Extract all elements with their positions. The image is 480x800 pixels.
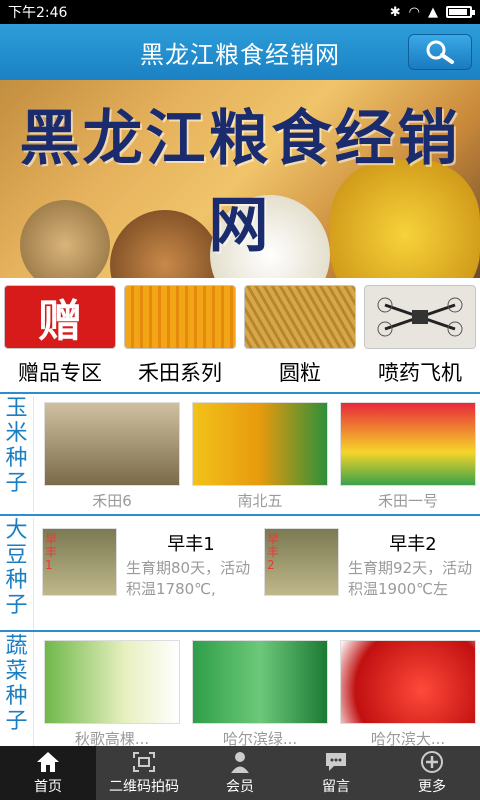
product-name: 禾田一号 [377, 492, 438, 510]
product-card[interactable]: 哈尔滨大... [340, 640, 476, 746]
tab-home[interactable]: 首页 [0, 746, 96, 800]
category-round-grain[interactable]: 圆粒 [240, 285, 360, 385]
tab-member[interactable]: 会员 [192, 746, 288, 800]
wifi-icon: ◠ [408, 4, 420, 20]
tab-label: 二维码拍码 [109, 779, 179, 795]
product-card[interactable]: 南北五 [192, 402, 328, 511]
qr-scan-icon [133, 752, 155, 772]
product-name: 哈尔滨大... [370, 730, 446, 746]
product-image [192, 402, 328, 486]
member-icon [231, 752, 249, 773]
category-label: 喷药飞机 [378, 361, 462, 385]
section-title-char: 种 [5, 446, 28, 471]
section-divider [0, 514, 480, 516]
tab-message[interactable]: 留言 [288, 746, 384, 800]
product-name: 秋歌高棵... [74, 730, 150, 746]
section-title-char: 豆 [5, 543, 28, 568]
product-image: 早丰1 [42, 528, 117, 596]
product-card[interactable]: 秋歌高棵... [44, 640, 180, 746]
section-title-char: 子 [5, 709, 28, 734]
product-image [340, 402, 476, 486]
category-spray-drone[interactable]: 喷药飞机 [360, 285, 480, 385]
section-title-char: 玉 [5, 396, 28, 421]
product-description: 生育期80天，活动积温1780℃, [126, 559, 251, 598]
product-image [44, 640, 180, 724]
more-icon [421, 751, 443, 773]
section-divider [0, 392, 480, 394]
category-gift[interactable]: 赠 赠品专区 [0, 285, 120, 385]
section-title-vegetable[interactable]: 蔬 菜 种 子 [0, 634, 34, 746]
status-icons: ✱ ◠ ▲ [389, 4, 475, 20]
status-time: 下午2:46 [8, 5, 68, 21]
section-title-char: 种 [5, 568, 28, 593]
section-title-char: 蔬 [5, 634, 28, 659]
corn-cob-image [124, 285, 236, 349]
app-title: 黑龙江粮食经销网 [140, 40, 340, 69]
section-title-char: 米 [5, 421, 28, 446]
search-icon [426, 40, 454, 64]
drone-icon [377, 297, 463, 337]
message-icon [326, 753, 346, 771]
product-image [44, 402, 180, 486]
drone-image [364, 285, 476, 349]
section-title-char: 菜 [5, 659, 28, 684]
battery-icon [446, 6, 475, 18]
product-name: 早丰2 [389, 534, 437, 555]
product-tag: 早丰2 [267, 532, 280, 572]
section-divider [0, 630, 480, 632]
section-title-soybean[interactable]: 大 豆 种 子 [0, 518, 34, 634]
section-soybean-seeds: 大 豆 种 子 早丰1 早丰1 生育期80天，活动积温1780℃, 早丰2 早丰… [0, 518, 480, 634]
section-title-char: 种 [5, 684, 28, 709]
product-image [340, 640, 476, 724]
section-corn-seeds: 玉 米 种 子 禾田6 南北五 禾田一号 [0, 396, 480, 512]
tab-label: 首页 [34, 779, 62, 795]
product-image: 早丰2 [264, 528, 339, 596]
product-card[interactable]: 哈尔滨绿... [192, 640, 328, 746]
section-title-char: 子 [5, 471, 28, 496]
product-card[interactable]: 禾田6 [44, 402, 180, 511]
tab-qr-scan[interactable]: 二维码拍码 [96, 746, 192, 800]
category-label: 禾田系列 [138, 361, 222, 385]
rice-ear-image [244, 285, 356, 349]
product-image [192, 640, 328, 724]
gift-image: 赠 [4, 285, 116, 349]
product-card[interactable]: 早丰1 早丰1 生育期80天，活动积温1780℃, [42, 528, 257, 612]
app-header: 黑龙江粮食经销网 [0, 24, 480, 80]
banner-title: 黑龙江粮食经销网 [19, 104, 461, 261]
category-row: 赠 赠品专区 禾田系列 圆粒 喷药飞机 [0, 285, 480, 385]
product-name: 哈尔滨绿... [222, 730, 298, 746]
home-icon [37, 752, 59, 772]
product-tag: 早丰1 [45, 532, 58, 572]
search-button[interactable] [408, 34, 472, 70]
product-card[interactable]: 禾田一号 [340, 402, 476, 511]
gift-badge: 赠 [38, 296, 82, 347]
tab-label: 更多 [418, 779, 446, 795]
tab-label: 留言 [322, 779, 350, 795]
category-label: 赠品专区 [18, 361, 102, 385]
section-title-corn[interactable]: 玉 米 种 子 [0, 396, 34, 512]
product-name: 南北五 [237, 492, 283, 510]
category-label: 圆粒 [279, 361, 321, 385]
product-card[interactable]: 早丰2 早丰2 生育期92天，活动积温1900℃左 [264, 528, 479, 612]
bluetooth-icon: ✱ [389, 4, 401, 20]
status-bar: 下午2:46 ✱ ◠ ▲ [0, 0, 480, 24]
section-title-char: 子 [5, 593, 28, 618]
bottom-tab-bar: 首页 二维码拍码 会员 留言 更多 [0, 746, 480, 800]
tab-label: 会员 [226, 779, 254, 795]
product-description: 生育期92天，活动积温1900℃左 [348, 559, 473, 598]
banner-image[interactable]: 黑龙江粮食经销网 [0, 80, 480, 278]
category-hetian[interactable]: 禾田系列 [120, 285, 240, 385]
tab-more[interactable]: 更多 [384, 746, 480, 800]
section-vegetable-seeds: 蔬 菜 种 子 秋歌高棵... 哈尔滨绿... 哈尔滨大... [0, 634, 480, 746]
signal-icon: ▲ [428, 4, 438, 20]
product-name: 早丰1 [167, 534, 215, 555]
product-name: 禾田6 [92, 492, 132, 510]
section-title-char: 大 [5, 518, 28, 543]
